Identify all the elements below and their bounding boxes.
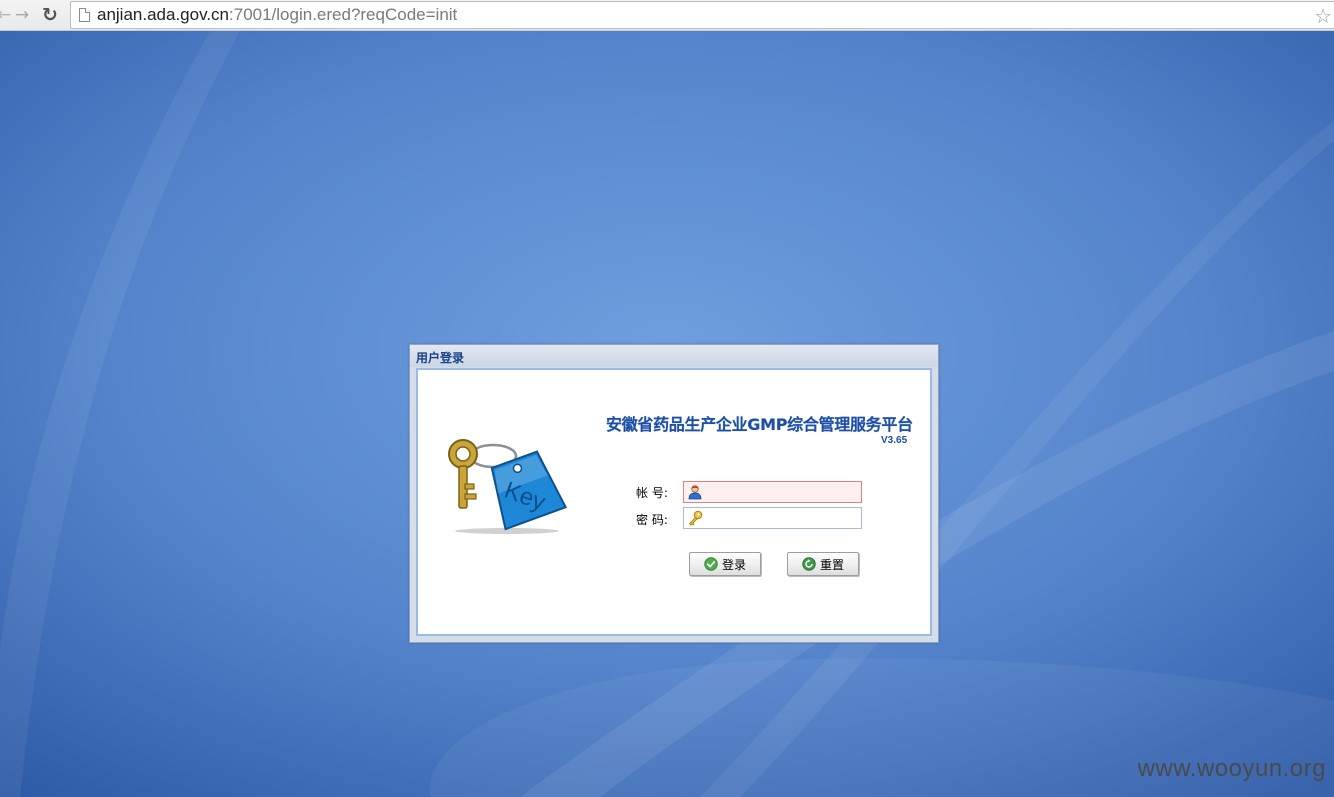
login-window-titlebar: 用户登录 (410, 345, 938, 367)
system-title: 安徽省药品生产企业GMP综合管理服务平台 (606, 415, 913, 434)
url-host: anjian.ada.gov.cn (97, 5, 230, 24)
forward-icon[interactable]: → (12, 4, 32, 26)
url-path: :7001/login.ered?reqCode=init (229, 5, 458, 24)
reload-icon[interactable]: ↻ (40, 4, 60, 26)
password-key-icon (688, 510, 703, 526)
reset-button-label: 重置 (819, 557, 844, 572)
password-label: 密 码: (636, 513, 668, 527)
login-panel: Key 安徽省药品生产企业GMP综合管理服务平台 V3.65 帐 号: 密 码: (416, 368, 932, 636)
key-icon: Key (448, 439, 567, 534)
check-icon (704, 557, 718, 571)
login-window: 用户登录 Key 安徽省药品生产企业GMP综合管理服务平台 V3.65 帐 号: (409, 344, 939, 643)
account-label: 帐 号: (636, 486, 668, 500)
url-text[interactable]: anjian.ada.gov.cn:7001/login.ered?reqCod… (97, 5, 457, 25)
login-window-title: 用户登录 (416, 351, 465, 365)
login-button-label: 登录 (721, 557, 746, 572)
address-bar[interactable]: anjian.ada.gov.cn:7001/login.ered?reqCod… (70, 1, 1334, 29)
account-input[interactable] (706, 482, 860, 502)
bookmark-star-icon[interactable]: ☆ (1314, 4, 1332, 28)
reset-icon (802, 557, 816, 571)
login-button[interactable]: 登录 (689, 552, 761, 576)
reset-button[interactable]: 重置 (787, 552, 859, 576)
page-icon (79, 8, 90, 22)
watermark: www.wooyun.org (1137, 755, 1326, 782)
user-icon (688, 485, 702, 500)
password-field[interactable] (683, 507, 862, 529)
account-field[interactable] (683, 481, 862, 503)
system-version: V3.65 (881, 435, 908, 446)
browser-toolbar: ← → ↻ anjian.ada.gov.cn:7001/login.ered?… (0, 0, 1334, 31)
password-input[interactable] (706, 508, 860, 528)
